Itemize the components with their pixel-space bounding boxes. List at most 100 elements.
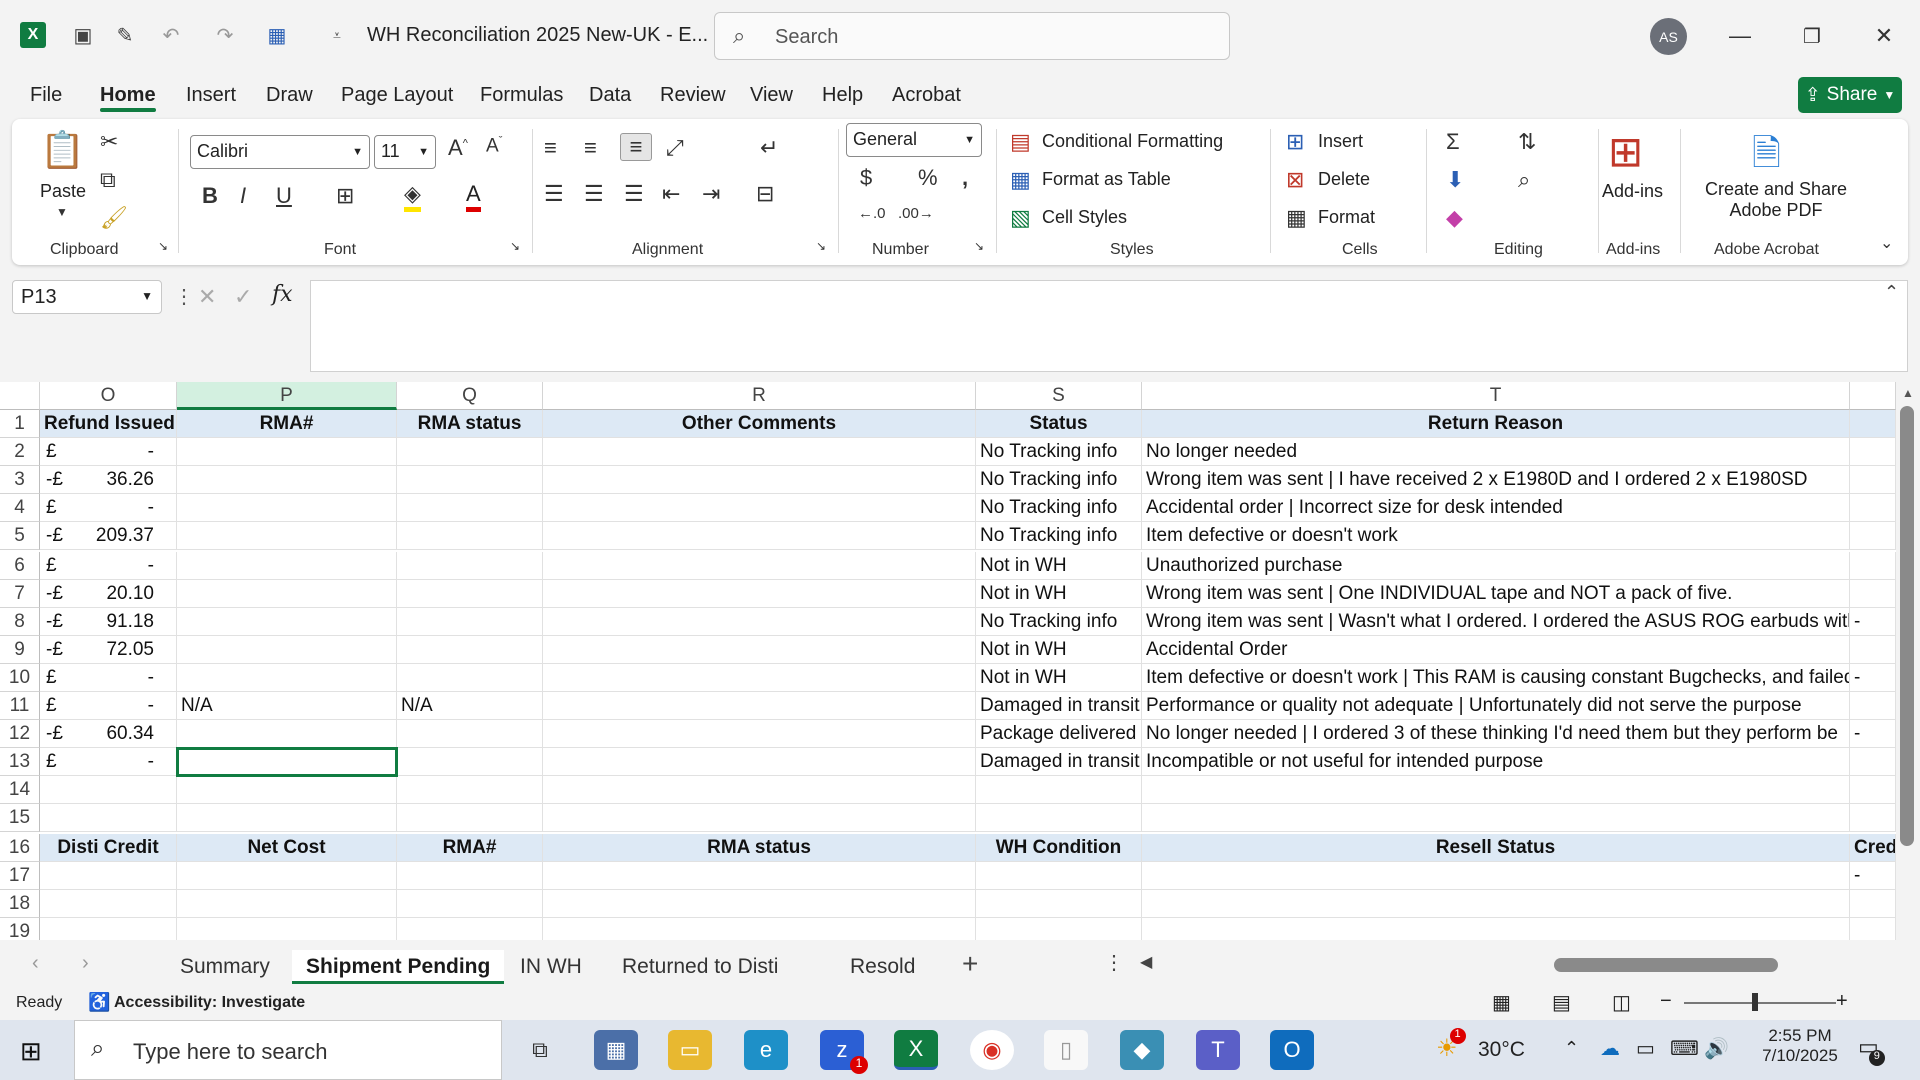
cell-u8[interactable]: - — [1850, 608, 1896, 636]
cell-q10[interactable] — [397, 664, 543, 692]
weather-icon[interactable]: ☀ 1 — [1436, 1028, 1466, 1063]
font-launcher-icon[interactable]: ↘ — [510, 239, 520, 253]
taskbar-search[interactable]: ⌕ Type here to search — [74, 1020, 502, 1080]
accessibility-icon[interactable]: ♿ — [88, 992, 110, 1013]
cell-s10[interactable]: Not in WH — [976, 664, 1142, 692]
cell-p9[interactable] — [177, 636, 397, 664]
row-header[interactable]: 2 — [0, 438, 40, 466]
cell-t18[interactable] — [1142, 890, 1850, 918]
cell-p1[interactable]: RMA# — [177, 410, 397, 438]
row-header[interactable]: 4 — [0, 494, 40, 522]
show-hidden-icons-icon[interactable]: ⌃ — [1564, 1038, 1579, 1059]
row-header[interactable]: 19 — [0, 918, 40, 940]
row-header[interactable]: 12 — [0, 720, 40, 748]
sort-filter-icon[interactable]: ⇅ — [1518, 129, 1536, 155]
zoom-in-icon[interactable]: + — [1836, 990, 1848, 1013]
orientation-icon[interactable]: ⤢ — [666, 135, 684, 161]
format-painter-qat-icon[interactable]: ✎ — [110, 20, 140, 50]
page-break-view-icon[interactable]: ◫ — [1612, 990, 1631, 1015]
horizontal-scroll-thumb[interactable] — [1554, 958, 1778, 972]
cut-icon[interactable]: ✂ — [100, 129, 118, 155]
cell-s18[interactable] — [976, 890, 1142, 918]
cell-t19[interactable] — [1142, 918, 1850, 940]
cell-r8[interactable] — [543, 608, 976, 636]
cell-p19[interactable] — [177, 918, 397, 940]
clock[interactable]: 2:55 PM 7/10/2025 — [1750, 1026, 1850, 1066]
vertical-scroll-thumb[interactable] — [1900, 406, 1914, 846]
cell-p6[interactable] — [177, 552, 397, 580]
cell-q18[interactable] — [397, 890, 543, 918]
avatar[interactable]: AS — [1650, 18, 1687, 55]
increase-indent-icon[interactable]: ⇥ — [702, 181, 720, 207]
restore-icon[interactable]: ❐ — [1792, 18, 1832, 54]
clear-icon[interactable]: ◆ — [1446, 205, 1463, 231]
cell-s5[interactable]: No Tracking info — [976, 522, 1142, 550]
excel-taskbar-icon[interactable]: X — [894, 1030, 938, 1070]
cell-r12[interactable] — [543, 720, 976, 748]
cell-r19[interactable] — [543, 918, 976, 940]
row-header[interactable]: 8 — [0, 608, 40, 636]
cell-s4[interactable]: No Tracking info — [976, 494, 1142, 522]
cell-o19[interactable] — [40, 918, 177, 940]
cell-p17[interactable] — [177, 862, 397, 890]
cell-s13[interactable]: Damaged in transit. — [976, 748, 1142, 776]
cell-o5[interactable]: -£ 209.37 — [40, 522, 177, 550]
cell-r11[interactable] — [543, 692, 976, 720]
cell-o9[interactable]: -£ 72.05 — [40, 636, 177, 664]
undo-icon[interactable]: ↶ — [156, 20, 186, 50]
cell-q7[interactable] — [397, 580, 543, 608]
decrease-decimal-icon[interactable]: .00→ — [898, 205, 934, 222]
conditional-formatting-button[interactable]: Conditional Formatting — [1042, 131, 1223, 152]
tab-draw[interactable]: Draw — [266, 84, 313, 107]
cell-o6[interactable]: £ - — [40, 552, 177, 580]
collapse-ribbon-icon[interactable]: ⌄ — [1880, 233, 1893, 253]
increase-decimal-icon[interactable]: ←.0 — [858, 205, 886, 222]
cell-styles-button[interactable]: Cell Styles — [1042, 207, 1127, 228]
collapse-formula-icon[interactable]: ⌃ — [1884, 282, 1899, 303]
cell-q4[interactable] — [397, 494, 543, 522]
cell-s3[interactable]: No Tracking info — [976, 466, 1142, 494]
decrease-indent-icon[interactable]: ⇤ — [662, 181, 680, 207]
cell-u14[interactable] — [1850, 776, 1896, 804]
tab-formulas[interactable]: Formulas — [480, 84, 563, 107]
cell-u6[interactable] — [1850, 552, 1896, 580]
zoom-slider-thumb[interactable] — [1752, 993, 1758, 1011]
align-left-icon[interactable]: ☰ — [544, 181, 564, 207]
increase-font-icon[interactable]: A^ — [448, 135, 468, 161]
cell-t16[interactable]: Resell Status — [1142, 834, 1850, 862]
notepad-icon[interactable]: ▯ — [1044, 1030, 1088, 1070]
row-header[interactable]: 9 — [0, 636, 40, 664]
row-header[interactable]: 3 — [0, 466, 40, 494]
cell-p14[interactable] — [177, 776, 397, 804]
fill-color-icon[interactable]: ◈ — [404, 181, 421, 212]
cell-s16[interactable]: WH Condition — [976, 834, 1142, 862]
row-header[interactable]: 5 — [0, 522, 40, 550]
cell-o10[interactable]: £ - — [40, 664, 177, 692]
cell-u4[interactable] — [1850, 494, 1896, 522]
vertical-scrollbar[interactable]: ▲ — [1896, 382, 1920, 940]
cell-u9[interactable] — [1850, 636, 1896, 664]
cell-q8[interactable] — [397, 608, 543, 636]
fill-icon[interactable]: ⬇ — [1446, 167, 1464, 193]
temperature[interactable]: 30°C — [1478, 1038, 1525, 1062]
customize-qat-icon[interactable]: ⩡ — [322, 20, 352, 50]
accessibility-status[interactable]: Accessibility: Investigate — [114, 994, 305, 1012]
sheet-tab-shipment-pending[interactable]: Shipment Pending — [292, 950, 505, 984]
cell-p15[interactable] — [177, 804, 397, 832]
underline-icon[interactable]: U — [276, 183, 292, 209]
cell-s2[interactable]: No Tracking info — [976, 438, 1142, 466]
cell-u7[interactable] — [1850, 580, 1896, 608]
cell-r10[interactable] — [543, 664, 976, 692]
task-view-icon[interactable]: ⧉ — [518, 1030, 562, 1070]
conditional-formatting-icon[interactable]: ▤ — [1010, 129, 1031, 155]
share-button[interactable]: ⇪ Share ▼ — [1798, 77, 1902, 113]
cell-s12[interactable]: Package delivered to — [976, 720, 1142, 748]
tab-acrobat[interactable]: Acrobat — [892, 84, 961, 107]
cell-r3[interactable] — [543, 466, 976, 494]
cell-p2[interactable] — [177, 438, 397, 466]
windows-start-icon[interactable]: ⊞ — [20, 1036, 42, 1067]
bold-icon[interactable]: B — [202, 183, 218, 209]
normal-view-icon[interactable]: ▦ — [1492, 990, 1511, 1015]
file-explorer-icon[interactable]: ▭ — [668, 1030, 712, 1070]
cell-r2[interactable] — [543, 438, 976, 466]
